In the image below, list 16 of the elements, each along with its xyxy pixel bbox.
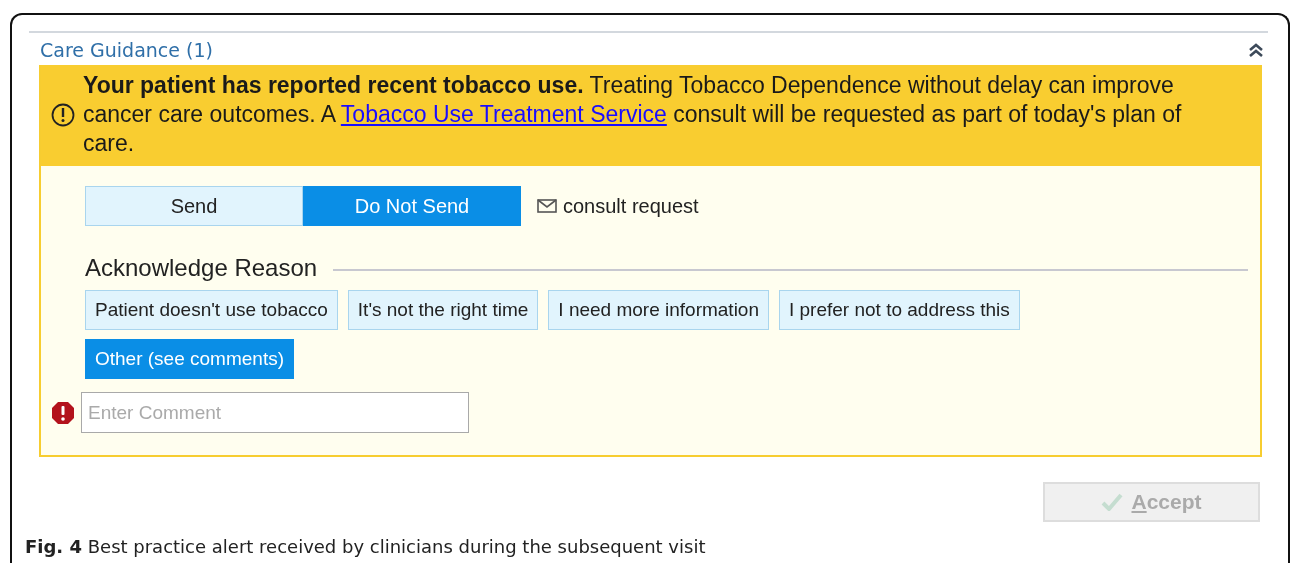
section-heading: Acknowledge Reason: [85, 254, 318, 282]
envelope-icon: [537, 199, 557, 213]
reason-button[interactable]: I prefer not to address this: [779, 290, 1020, 330]
service-link[interactable]: Tobacco Use Treatment Service: [340, 101, 667, 127]
section-title: Care Guidance (1): [40, 39, 213, 61]
order-label: consult request: [563, 194, 699, 218]
reason-button[interactable]: I need more information: [548, 290, 769, 330]
reason-button[interactable]: Patient doesn't use tobacco: [85, 290, 338, 330]
collapse-icon[interactable]: [1248, 43, 1264, 57]
send-option[interactable]: Send: [85, 186, 303, 226]
figure-caption: Fig. 4 Best practice alert received by clinicians during the subsequent visit: [25, 536, 707, 557]
alert-message: Your patient has reported recent tobacco use. Treating Tobacco Dependence without delay can improve cancer care outcomes. A Tobacco Use Treatment Service consult will be requested as part of today's plan of care.: [83, 71, 1183, 158]
warning-icon: [51, 102, 75, 127]
reason-button[interactable]: It's not the right time: [347, 290, 539, 330]
comment-field[interactable]: Enter Comment: [81, 392, 469, 433]
check-icon: [1101, 493, 1124, 511]
